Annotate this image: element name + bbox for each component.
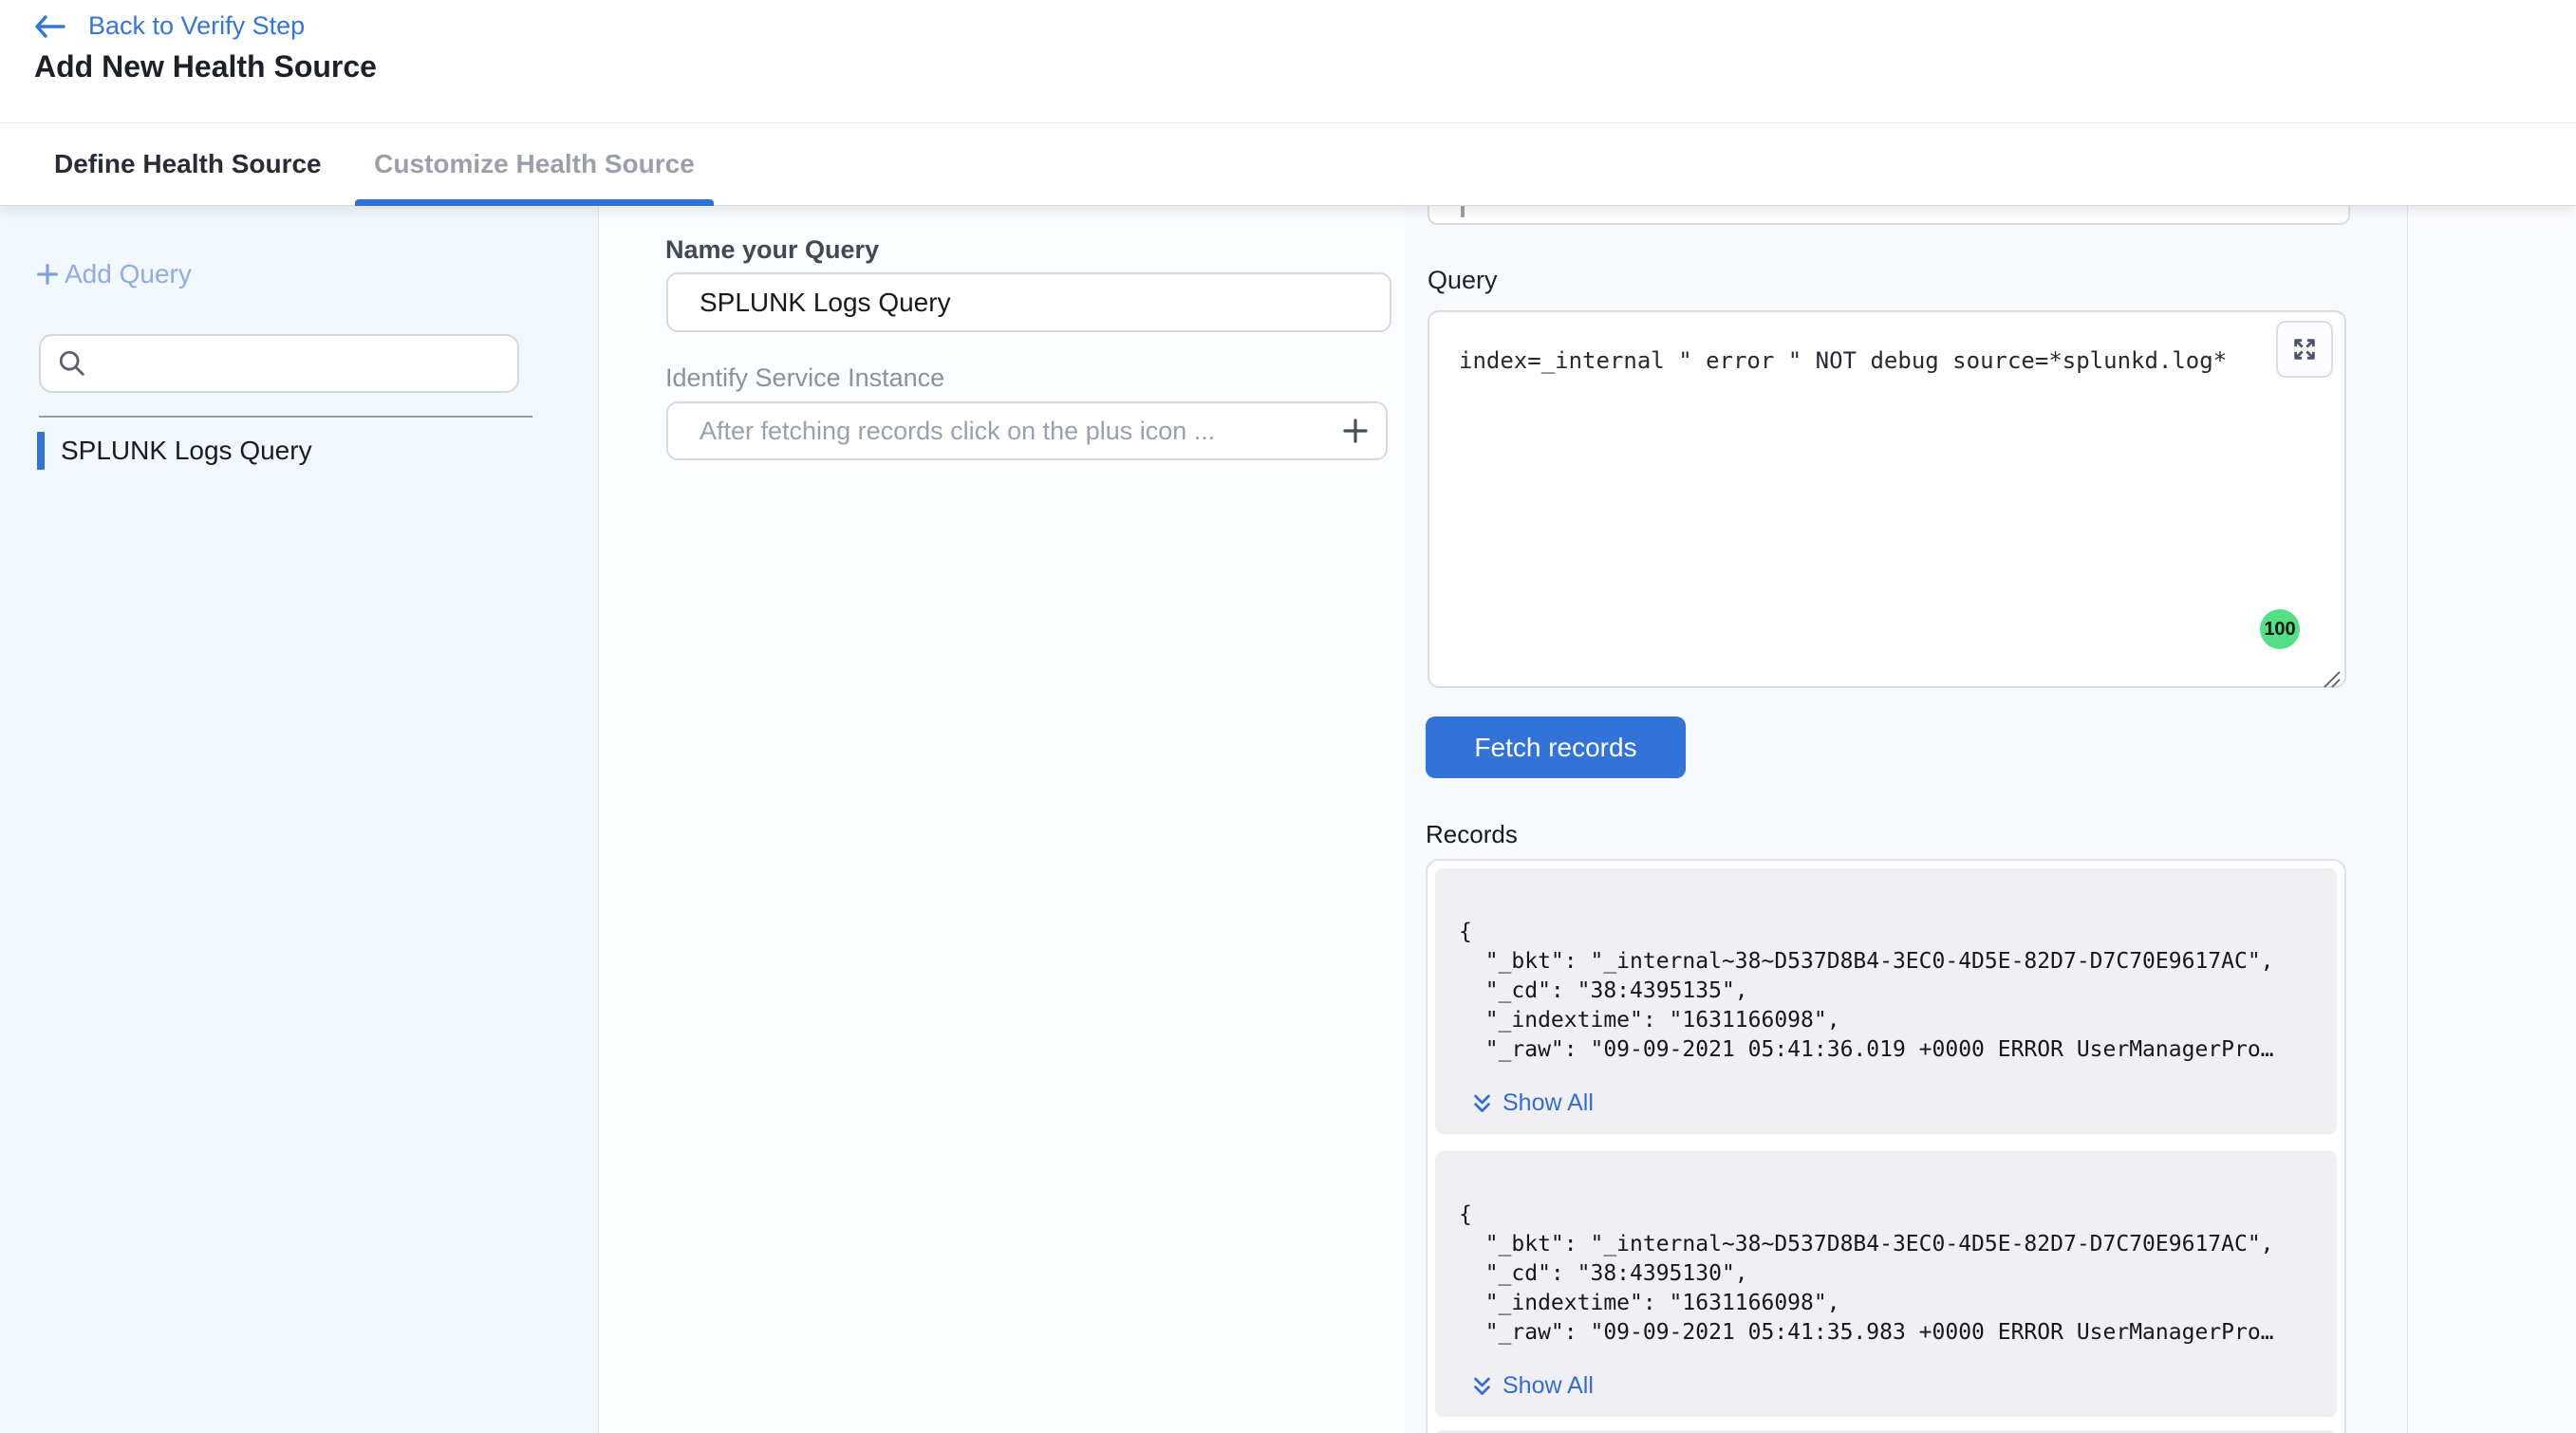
content-area: Add Query SPLUNK Logs Query Name your Qu… <box>0 205 2576 1433</box>
record-line: "_indextime": "1631166098", <box>1459 1006 2320 1035</box>
active-tab-underline <box>355 199 714 206</box>
records-label: Records <box>1426 820 1518 849</box>
record-line: "_raw": "09-09-2021 05:41:35.983 +0000 E… <box>1459 1318 2320 1348</box>
add-health-source-drawer: Back to Verify Step Add New Health Sourc… <box>0 0 2576 1433</box>
clipped-text-fragment <box>1461 205 1465 217</box>
record-line: "_cd": "38:4395130", <box>1459 1259 2320 1289</box>
record-line: "_bkt": "_internal~38~D537D8B4-3EC0-4D5E… <box>1459 1230 2320 1259</box>
record-line: { <box>1459 1200 2320 1230</box>
record-card: { "_bkt": "_internal~38~D537D8B4-3EC0-4D… <box>1435 868 2337 1134</box>
query-panel-column: Query 100 Fetch records Records { "_bkt"… <box>1405 205 2407 1433</box>
textarea-resize-handle[interactable] <box>2320 667 2343 695</box>
chevron-double-down-icon <box>1471 1375 1493 1397</box>
query-name-input[interactable] <box>666 272 1391 332</box>
record-line: "_bkt": "_internal~38~D537D8B4-3EC0-4D5E… <box>1459 947 2320 977</box>
search-input[interactable] <box>88 336 517 391</box>
sidebar-divider <box>39 416 532 418</box>
query-form-column: Name your Query Identify Service Instanc… <box>599 205 1405 1433</box>
show-all-label: Show All <box>1503 1372 1594 1400</box>
name-your-query-label: Name your Query <box>665 235 879 265</box>
scrolled-input-partial[interactable] <box>1428 205 2350 225</box>
arrow-left-icon <box>33 13 65 40</box>
record-line: "_cd": "38:4395135", <box>1459 977 2320 1006</box>
tab-customize-label: Customize Health Source <box>374 149 695 179</box>
record-line: "_raw": "09-09-2021 05:41:36.019 +0000 E… <box>1459 1035 2320 1065</box>
back-link-label: Back to Verify Step <box>88 11 305 41</box>
add-query-label: Add Query <box>65 259 192 289</box>
back-link[interactable]: Back to Verify Step <box>33 11 305 41</box>
show-all-link[interactable]: Show All <box>1471 1089 1594 1117</box>
tab-bar: Define Health Source Customize Health So… <box>0 123 2576 206</box>
tab-customize-health-source[interactable]: Customize Health Source <box>355 123 714 205</box>
record-line: "_indextime": "1631166098", <box>1459 1289 2320 1318</box>
selected-query-indicator <box>37 432 45 470</box>
show-all-link[interactable]: Show All <box>1471 1372 1594 1400</box>
plus-icon <box>1337 413 1373 449</box>
query-sidebar: Add Query SPLUNK Logs Query <box>0 205 599 1433</box>
identify-service-instance-label: Identify Service Instance <box>665 363 944 393</box>
show-all-label: Show All <box>1503 1089 1594 1117</box>
fetch-records-button[interactable]: Fetch records <box>1426 716 1686 778</box>
page-title: Add New Health Source <box>34 49 377 84</box>
sidebar-item-splunk-logs-query[interactable]: SPLUNK Logs Query <box>37 432 312 470</box>
plus-icon <box>33 260 62 288</box>
records-container: { "_bkt": "_internal~38~D537D8B4-3EC0-4D… <box>1426 859 2346 1433</box>
search-icon <box>56 347 88 380</box>
query-item-label: SPLUNK Logs Query <box>61 436 312 466</box>
query-textarea[interactable] <box>1428 310 2346 688</box>
record-card: { "_bkt": "_internal~38~D537D8B4-3EC0-4D… <box>1435 1151 2337 1417</box>
query-search-box <box>39 334 519 393</box>
identify-service-instance-field <box>666 401 1388 460</box>
service-instance-input[interactable] <box>666 401 1388 460</box>
record-line: { <box>1459 918 2320 947</box>
header: Back to Verify Step Add New Health Sourc… <box>0 0 2576 123</box>
fullscreen-icon <box>2291 336 2318 363</box>
add-service-instance-button[interactable] <box>1336 412 1374 450</box>
tab-define-health-source[interactable]: Define Health Source <box>54 123 322 205</box>
right-edge-panel <box>2407 205 2576 1433</box>
add-query-button[interactable]: Add Query <box>33 258 192 290</box>
chevron-double-down-icon <box>1471 1092 1493 1114</box>
query-label: Query <box>1428 266 1498 295</box>
expand-query-button[interactable] <box>2276 321 2333 378</box>
result-count-badge: 100 <box>2260 609 2300 649</box>
